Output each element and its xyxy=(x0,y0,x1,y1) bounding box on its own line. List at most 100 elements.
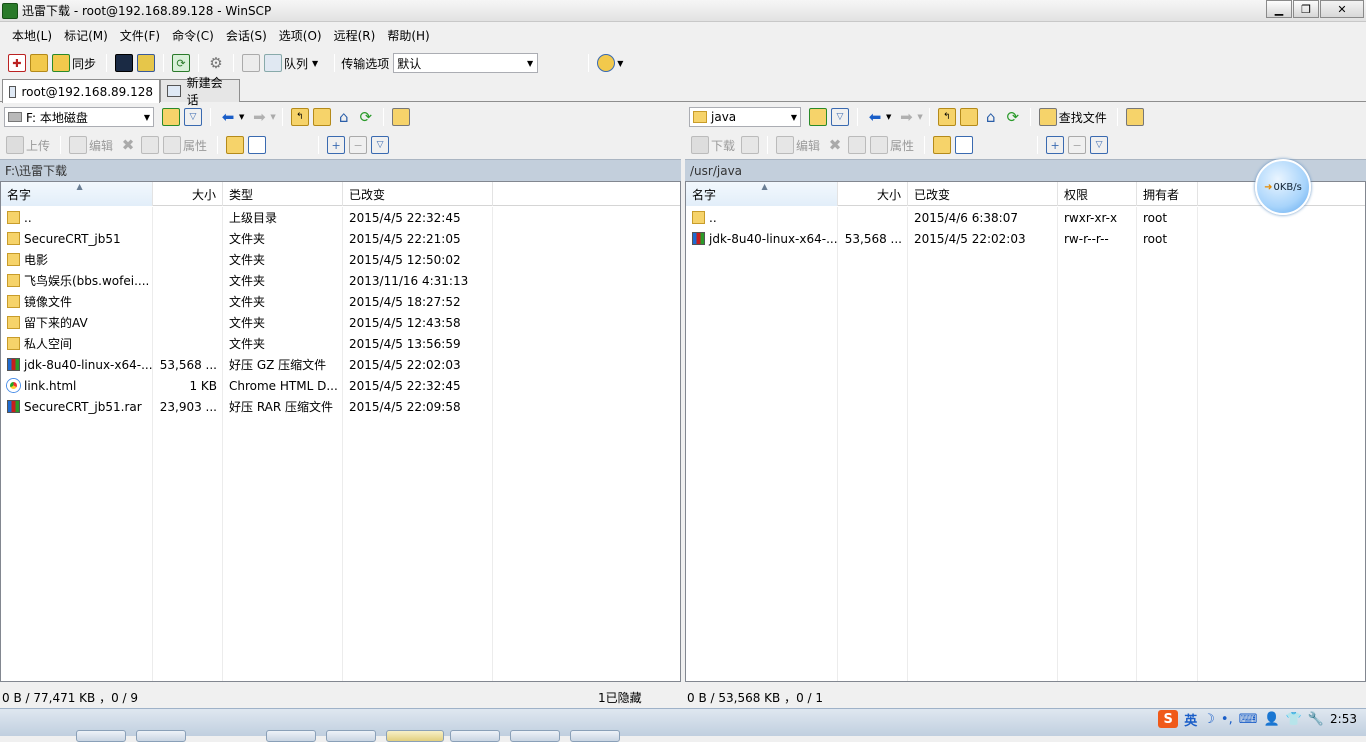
edit-button[interactable]: 编辑 xyxy=(796,137,820,154)
menu-files[interactable]: 文件(F) xyxy=(114,27,166,44)
back-arrow-icon[interactable]: ⬅ xyxy=(219,108,237,126)
properties-icon[interactable] xyxy=(163,136,182,154)
transfer-preset-select[interactable]: 默认 ▼ xyxy=(393,53,539,73)
unselect-files-icon[interactable]: − xyxy=(349,136,368,154)
home-icon[interactable]: ⌂ xyxy=(982,108,1000,126)
file-row[interactable]: link.html 1 KB Chrome HTML D... 2015/4/5 22… xyxy=(1,375,680,396)
edit-icon[interactable] xyxy=(776,136,795,154)
taskbar-app-button[interactable] xyxy=(326,730,376,742)
skin-icon[interactable]: 👕 xyxy=(1286,712,1302,727)
moon-icon[interactable]: ☽ xyxy=(1203,712,1215,727)
tree-view-icon[interactable] xyxy=(391,108,410,126)
root-directory-icon[interactable] xyxy=(312,108,331,126)
remote-directory-select[interactable]: java ▼ xyxy=(689,107,801,127)
rename-icon[interactable] xyxy=(141,136,160,154)
user-icon[interactable]: 👤 xyxy=(1263,712,1279,727)
console-icon[interactable] xyxy=(115,54,134,72)
remote-file-list[interactable]: ▲ 名字 大小 已改变 权限 拥有者 .. 2015/4/6 6:38:07 rwx… xyxy=(685,181,1366,682)
file-row[interactable]: jdk-8u40-linux-x64-... 53,568 ... 2015/4/5… xyxy=(686,228,1365,249)
file-row[interactable]: 电影 文件夹 2015/4/5 12:50:02 xyxy=(1,249,680,270)
queue-icon[interactable] xyxy=(264,54,283,72)
tree-view-icon[interactable] xyxy=(1125,108,1144,126)
ime-mode-indicator[interactable]: 英 xyxy=(1184,710,1197,729)
taskbar-app-button[interactable] xyxy=(136,730,186,742)
taskbar-app-button[interactable] xyxy=(450,730,500,742)
queue-button[interactable]: 队列 xyxy=(284,55,308,72)
menu-local[interactable]: 本地(L) xyxy=(6,27,58,44)
column-owner[interactable]: 拥有者 xyxy=(1137,182,1198,206)
tools-icon[interactable]: 🔧 xyxy=(1308,712,1324,727)
column-size[interactable]: 大小 xyxy=(838,182,908,206)
menu-options[interactable]: 选项(O) xyxy=(273,27,328,44)
find-files-button[interactable]: 查找文件 xyxy=(1059,109,1107,126)
back-dropdown-icon[interactable]: ▼ xyxy=(239,113,244,121)
preferences-gear-icon[interactable]: ⚙ xyxy=(207,54,225,72)
download-icon[interactable] xyxy=(691,136,709,154)
file-row[interactable]: 飞鸟娱乐(bbs.wofei.... 文件夹 2013/11/16 4:31:13 xyxy=(1,270,680,291)
queue-dropdown-icon[interactable]: ▼ xyxy=(312,59,318,68)
menu-session[interactable]: 会话(S) xyxy=(220,27,273,44)
forward-dropdown-icon[interactable]: ▼ xyxy=(917,113,922,121)
hidden-files-count[interactable]: 1已隐藏 xyxy=(598,689,642,706)
column-type[interactable]: 类型 xyxy=(223,182,343,206)
delete-icon[interactable]: ✖ xyxy=(119,136,137,154)
properties-icon[interactable] xyxy=(870,136,889,154)
transfer-speed-widget[interactable]: ➜ 0KB/s xyxy=(1255,159,1311,215)
local-file-list[interactable]: ▲ 名字 大小 类型 已改变 .. 上级目录 2015/4/5 22:32:45 Se… xyxy=(0,181,681,682)
keyboard-icon[interactable]: ⌨ xyxy=(1239,712,1258,727)
rename-icon[interactable] xyxy=(848,136,867,154)
compare-directories-icon[interactable]: ✚ xyxy=(8,54,26,72)
select-files-icon[interactable]: + xyxy=(1046,136,1065,154)
file-row[interactable]: jdk-8u40-linux-x64-... 53,568 ... 好压 GZ 压缩… xyxy=(1,354,680,375)
taskbar-winscp-button[interactable] xyxy=(386,730,444,742)
back-arrow-icon[interactable]: ⬅ xyxy=(866,108,884,126)
refresh-icon[interactable]: ⟳ xyxy=(357,108,375,126)
file-row[interactable]: 镜像文件 文件夹 2015/4/5 18:27:52 xyxy=(1,291,680,312)
menu-mark[interactable]: 标记(M) xyxy=(58,27,114,44)
maximize-button[interactable]: ❐ xyxy=(1293,0,1319,18)
tab-new-session[interactable]: 新建会话 xyxy=(160,76,240,107)
forward-dropdown-icon[interactable]: ▼ xyxy=(270,113,275,121)
network-sites-icon[interactable] xyxy=(597,54,616,72)
parent-directory-icon[interactable]: ↰ xyxy=(290,108,309,126)
menu-help[interactable]: 帮助(H) xyxy=(381,27,435,44)
tab-session[interactable]: root@192.168.89.128 xyxy=(2,79,160,103)
file-row[interactable]: .. 2015/4/6 6:38:07 rwxr-xr-x root xyxy=(686,207,1365,228)
download-options-icon[interactable] xyxy=(741,136,760,154)
properties-button[interactable]: 属性 xyxy=(890,137,914,154)
new-folder-icon[interactable] xyxy=(933,136,952,154)
taskbar-app-button[interactable] xyxy=(266,730,316,742)
local-drive-select[interactable]: F: 本地磁盘 ▼ xyxy=(4,107,154,127)
parent-directory-icon[interactable]: ↰ xyxy=(937,108,956,126)
filter-icon[interactable]: ▽ xyxy=(184,108,202,126)
home-icon[interactable]: ⌂ xyxy=(335,108,353,126)
upload-button[interactable]: 上传 xyxy=(26,137,50,154)
open-folder-icon[interactable] xyxy=(162,108,180,126)
properties-button[interactable]: 属性 xyxy=(183,137,207,154)
menu-remote[interactable]: 远程(R) xyxy=(328,27,382,44)
new-folder-icon[interactable] xyxy=(226,136,245,154)
column-changed[interactable]: 已改变 xyxy=(343,182,493,206)
column-name[interactable]: ▲ 名字 xyxy=(686,182,838,206)
new-file-icon[interactable] xyxy=(955,136,974,154)
clock[interactable]: 2:53 xyxy=(1330,712,1357,726)
sites-dropdown-icon[interactable]: ▼ xyxy=(617,59,623,68)
taskbar-app-button[interactable] xyxy=(76,730,126,742)
edit-button[interactable]: 编辑 xyxy=(89,137,113,154)
taskbar-app-button[interactable] xyxy=(510,730,560,742)
menu-commands[interactable]: 命令(C) xyxy=(166,27,220,44)
delete-icon[interactable]: ✖ xyxy=(826,136,844,154)
new-file-icon[interactable] xyxy=(248,136,267,154)
column-rights[interactable]: 权限 xyxy=(1058,182,1137,206)
file-row[interactable]: 留下来的AV 文件夹 2015/4/5 12:43:58 xyxy=(1,312,680,333)
synchronize-icon[interactable] xyxy=(52,54,70,72)
upload-icon[interactable] xyxy=(6,136,24,154)
synchronize-button[interactable]: 同步 xyxy=(72,55,96,72)
forward-arrow-icon[interactable]: ➡ xyxy=(250,108,268,126)
sogou-ime-icon[interactable]: S xyxy=(1158,710,1179,728)
minimize-button[interactable]: ▁ xyxy=(1266,0,1292,18)
file-row[interactable]: SecureCRT_jb51.rar 23,903 ... 好压 RAR 压缩文件 2… xyxy=(1,396,680,417)
unselect-files-icon[interactable]: − xyxy=(1068,136,1087,154)
root-directory-icon[interactable] xyxy=(959,108,978,126)
refresh-icon[interactable]: ⟳ xyxy=(1004,108,1022,126)
